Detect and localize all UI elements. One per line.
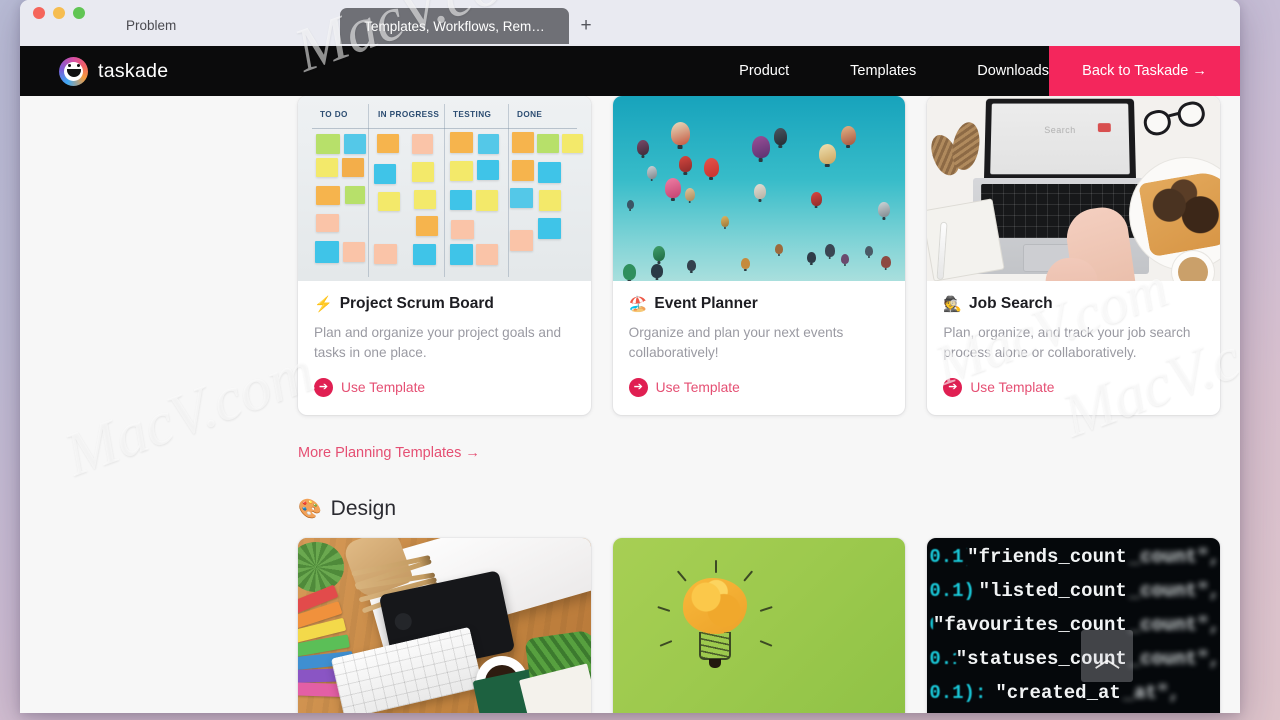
arrow-right-icon: ➔	[943, 378, 963, 398]
design-card-row: 0.1): "friends_count _count", 0.1): "lis…	[298, 538, 1221, 713]
laptop-screen: Search	[984, 98, 1137, 181]
maximize-window-button[interactable]	[73, 7, 85, 19]
template-card-design-1[interactable]	[298, 538, 591, 713]
code-key: "listed_count	[978, 580, 1127, 603]
code-line-number: 0.1):	[929, 682, 987, 705]
code-line-number: 0.1):	[929, 580, 978, 603]
taskade-mark-icon	[59, 56, 88, 86]
card-description: Organize and plan your next events colla…	[628, 325, 844, 360]
card-title-text: Project Scrum Board	[339, 295, 494, 312]
browser-tab-templates[interactable]: Templates, Workflows, Rem…	[340, 8, 569, 44]
nav-link-downloads[interactable]: Downloads	[977, 63, 1049, 79]
lightning-bolt-icon: ⚡	[314, 296, 333, 313]
detective-icon: 🕵️	[943, 296, 963, 313]
code-tail: _count",	[1128, 580, 1221, 603]
new-tab-button[interactable]: +	[576, 16, 596, 36]
scrum-column-label: IN PROGRESS	[378, 110, 440, 119]
scrum-column-label: TESTING	[453, 110, 492, 119]
chevron-up-icon: ︿	[1094, 642, 1121, 673]
code-tail: _count",	[1128, 648, 1221, 671]
section-heading-label: Design	[330, 497, 397, 521]
search-word-text: Search	[1044, 125, 1077, 136]
code-line-number: 0.1):	[929, 648, 955, 671]
taskade-logo[interactable]: taskade	[59, 56, 169, 86]
use-template-label: Use Template	[655, 380, 740, 396]
template-card-design-3[interactable]: 0.1): "friends_count _count", 0.1): "lis…	[927, 538, 1221, 713]
desktop-background: Problem Templates, Workflows, Rem… + tas…	[0, 0, 1280, 720]
card-title-text: Event Planner	[654, 295, 758, 312]
code-line-number: 0.1):	[929, 614, 933, 636]
templates-content-column: TO DO IN PROGRESS TESTING DONE ⚡ Project…	[298, 96, 1221, 713]
use-template-button[interactable]: ➔ Use Template	[628, 378, 890, 398]
arrow-right-icon: ➔	[628, 378, 648, 398]
code-tail: _count",	[1128, 614, 1221, 637]
card-body: 🕵️ Job Search Plan, organize, and track …	[927, 281, 1220, 415]
browser-tab-problem[interactable]: Problem	[112, 6, 312, 44]
card-title: ⚡ Project Scrum Board	[314, 295, 575, 313]
designer-desk-image	[298, 538, 591, 713]
card-description: Plan, organize, and track your job searc…	[943, 325, 1191, 360]
scrum-board-image: TO DO IN PROGRESS TESTING DONE	[298, 96, 591, 281]
brand-wordmark: taskade	[98, 59, 169, 82]
lightbulb-idea-image	[612, 538, 906, 713]
card-title: 🏖️ Event Planner	[629, 295, 890, 313]
code-screen-image: 0.1): "friends_count _count", 0.1): "lis…	[927, 538, 1221, 713]
card-title-text: Job Search	[969, 295, 1053, 312]
tab-title: Templates, Workflows, Rem…	[364, 18, 545, 34]
laptop-desk-image: Search	[927, 96, 1221, 281]
planning-card-row: TO DO IN PROGRESS TESTING DONE ⚡ Project…	[298, 96, 1221, 416]
use-template-button[interactable]: ➔ Use Template	[314, 378, 575, 398]
browser-window: Problem Templates, Workflows, Rem… + tas…	[20, 0, 1240, 713]
nav-link-templates[interactable]: Templates	[850, 63, 916, 79]
page-content-area: TO DO IN PROGRESS TESTING DONE ⚡ Project…	[20, 96, 1240, 713]
palette-icon: 🎨	[298, 499, 322, 521]
code-tail: _at",	[1122, 682, 1180, 705]
template-card-design-2[interactable]	[612, 538, 906, 713]
close-window-button[interactable]	[33, 7, 45, 19]
section-heading-design: 🎨 Design	[298, 497, 1220, 521]
card-title: 🕵️ Job Search	[943, 295, 1204, 313]
smiley-face-icon	[66, 63, 81, 77]
window-traffic-lights	[33, 7, 85, 19]
nav-link-product[interactable]: Product	[739, 63, 789, 79]
card-body: ⚡ Project Scrum Board Plan and organize …	[298, 281, 591, 415]
scroll-to-top-button[interactable]: ︿	[1081, 630, 1134, 683]
video-thumbnail-icon	[1098, 123, 1112, 133]
code-key: "created_at	[995, 682, 1121, 705]
code-tail: _count",	[1128, 546, 1221, 569]
code-line-number: 0.1):	[929, 546, 967, 569]
tab-title: Problem	[126, 17, 177, 33]
arrow-right-icon: ➔	[314, 378, 333, 398]
template-card-job-search[interactable]: Search 🕵️ Job Search Plan, organize, and…	[927, 96, 1221, 416]
crumpled-paper-bulb	[682, 578, 747, 635]
beach-umbrella-icon: 🏖️	[628, 296, 648, 313]
scrum-column-label: TO DO	[320, 110, 348, 119]
scrum-column-label: DONE	[517, 110, 543, 119]
back-to-taskade-button[interactable]: Back to Taskade →	[1049, 46, 1240, 96]
card-description: Plan and organize your project goals and…	[314, 325, 562, 360]
use-template-label: Use Template	[970, 380, 1055, 396]
card-body: 🏖️ Event Planner Organize and plan your …	[613, 281, 906, 415]
use-template-label: Use Template	[341, 380, 426, 396]
minimize-window-button[interactable]	[53, 7, 65, 19]
browser-tab-strip: Problem Templates, Workflows, Rem… +	[20, 0, 1240, 46]
eyeglasses-icon	[1141, 98, 1208, 143]
notebook	[927, 198, 1006, 281]
more-planning-templates-link[interactable]: More Planning Templates →	[298, 445, 480, 461]
use-template-button[interactable]: ➔ Use Template	[943, 378, 1204, 398]
template-card-project-scrum-board[interactable]: TO DO IN PROGRESS TESTING DONE ⚡ Project…	[298, 96, 591, 416]
template-card-event-planner[interactable]: 🏖️ Event Planner Organize and plan your …	[612, 96, 906, 416]
nav-links: Product Templates Downloads	[739, 63, 1049, 79]
site-navigation-bar: taskade Product Templates Downloads Back…	[20, 46, 1240, 96]
hot-air-balloons-image	[612, 96, 906, 281]
code-key: "friends_count	[967, 546, 1127, 569]
